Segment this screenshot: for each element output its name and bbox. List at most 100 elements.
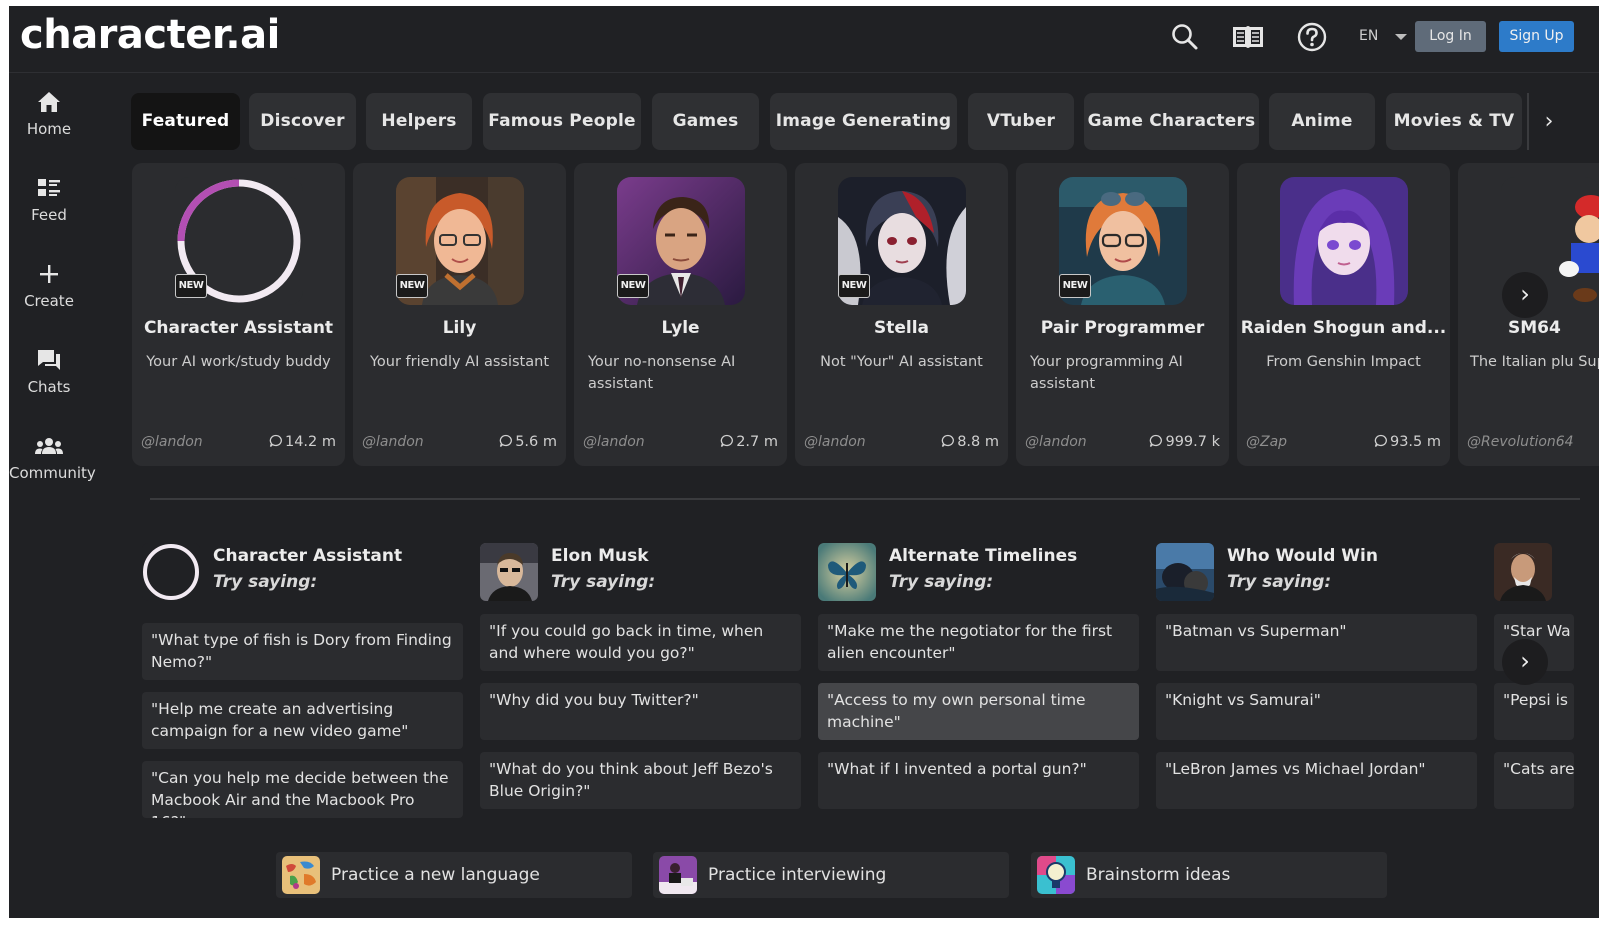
section-divider [150,498,1580,500]
book-icon[interactable] [1231,22,1263,52]
search-icon[interactable] [1170,22,1200,52]
chat-count-value: 999.7 k [1165,434,1220,450]
character-avatar[interactable] [142,543,200,601]
practice-language-button[interactable]: Practice a new language [276,852,632,898]
sidebar-item-community[interactable]: Community [9,434,96,482]
prompt-suggestion[interactable]: "Batman vs Superman" [1156,614,1477,671]
prompt-suggestion[interactable]: "If you could go back in time, when and … [480,614,801,671]
prompt-suggestion[interactable]: "Help me create an advertising campaign … [142,692,463,749]
chat-count: 93.5 m [1374,434,1441,450]
character-avatar [1280,177,1408,305]
character-card[interactable]: NEW Lyle Your no-nonsense AI assistant @… [574,163,787,466]
app-window: character.ai EN Log In Sign Up Home Feed… [9,6,1599,918]
character-card[interactable]: NEW Character Assistant Your AI work/stu… [132,163,345,466]
signup-button[interactable]: Sign Up [1499,21,1574,52]
sidebar-item-home[interactable]: Home [9,90,89,138]
tab-helpers[interactable]: Helpers [366,93,472,150]
tab-discover[interactable]: Discover [249,93,356,150]
chat-count: 999.7 k [1149,434,1220,450]
tab-featured[interactable]: Featured [131,93,240,150]
prompt-suggestion[interactable]: "Why did you buy Twitter?" [480,683,801,740]
chat-bubble-icon [269,434,282,447]
chat-count: 8.8 m [941,434,999,450]
prompt-suggestion[interactable]: "Pepsi is [1494,683,1574,740]
try-saying-label: Try saying: [1227,572,1332,592]
practice-language-label: Practice a new language [331,865,540,885]
prompt-suggestion[interactable]: "LeBron James vs Michael Jordan" [1156,752,1477,809]
prompt-suggestion[interactable]: "Knight vs Samurai" [1156,683,1477,740]
character-avatar[interactable] [818,543,876,601]
chat-bubble-icon [720,434,734,447]
character-description: Not "Your" AI assistant [820,354,983,370]
prompt-suggestion[interactable]: "What type of fish is Dory from Finding … [142,623,463,680]
character-name: Pair Programmer [1040,318,1205,338]
interview-icon [659,856,697,894]
sidebar-item-label: Home [26,120,72,138]
tab-games[interactable]: Games [652,93,759,150]
chat-count-value: 8.8 m [957,434,999,450]
chat-count: 2.7 m [720,434,778,450]
character-description: Your AI work/study buddy [146,354,331,370]
practice-interviewing-label: Practice interviewing [708,865,887,885]
character-description: Your friendly AI assistant [369,354,550,370]
character-card[interactable]: NEW Pair Programmer Your programming AI … [1016,163,1229,466]
character-name: Character Assistant [143,318,334,338]
character-avatar[interactable] [480,543,538,601]
tab-anime[interactable]: Anime [1269,93,1375,150]
prompt-suggestion[interactable]: "What do you think about Jeff Bezo's Blu… [480,752,801,809]
chat-icon [38,350,60,370]
community-icon [35,438,63,454]
brainstorm-ideas-button[interactable]: Brainstorm ideas [1031,852,1387,898]
sidebar-item-feed[interactable]: Feed [9,176,89,224]
plus-icon [40,265,58,283]
chat-count-value: 5.6 m [515,434,557,450]
chevron-down-icon[interactable] [1395,34,1407,40]
sidebar-item-chats[interactable]: Chats [9,348,89,396]
tab-image-generating[interactable]: Image Generating [770,93,957,150]
character-author[interactable]: @landon [583,434,645,450]
tab-movies-tv[interactable]: Movies & TV [1386,93,1522,150]
chat-bubble-icon [1374,434,1387,447]
practice-interviewing-button[interactable]: Practice interviewing [653,852,1009,898]
try-saying-label: Try saying: [551,572,656,592]
character-avatar[interactable] [1494,543,1552,601]
tab-famous-people[interactable]: Famous People [483,93,641,150]
character-card[interactable]: NEW Lily Your friendly AI assistant @lan… [353,163,566,466]
tab-game-characters[interactable]: Game Characters [1084,93,1259,150]
try-saying-next-button[interactable]: › [1502,639,1548,685]
tabs-next-button[interactable]: › [1527,93,1569,150]
new-badge: NEW [838,274,870,298]
character-author[interactable]: @Zap [1246,434,1287,450]
prompt-suggestion[interactable]: "Access to my own personal time machine" [818,683,1139,740]
top-header: character.ai EN Log In Sign Up [9,6,1599,73]
chat-count-value: 14.2 m [284,434,336,450]
sidebar-item-create[interactable]: Create [9,262,89,310]
prompt-suggestion[interactable]: "Cats are [1494,752,1574,809]
login-button[interactable]: Log In [1415,21,1486,52]
prompt-suggestion[interactable]: "Can you help me decide between the Macb… [142,761,463,818]
chat-count: 14.2 m [269,434,336,450]
help-icon[interactable] [1297,22,1327,52]
tab-vtuber[interactable]: VTuber [968,93,1074,150]
new-badge: NEW [1059,274,1091,298]
character-author[interactable]: @landon [1025,434,1087,450]
sidebar-item-label: Create [24,292,74,310]
character-name: Raiden Shogun and... [1240,318,1447,338]
prompt-suggestion[interactable]: "What if I invented a portal gun?" [818,752,1139,809]
character-card[interactable]: NEW Stella Not "Your" AI assistant @land… [795,163,1008,466]
character-avatar[interactable] [1156,543,1214,601]
try-saying-label: Try saying: [889,572,994,592]
character-card[interactable]: Raiden Shogun and... From Genshin Impact… [1237,163,1450,466]
character-author[interactable]: @Revolution64 [1467,434,1574,450]
prompt-suggestion[interactable]: "Make me the negotiator for the first al… [818,614,1139,671]
character-author[interactable]: @landon [141,434,203,450]
character-author[interactable]: @landon [362,434,424,450]
character-author[interactable]: @landon [804,434,866,450]
logo[interactable]: character.ai [20,12,280,58]
try-saying-character-name: Who Would Win [1227,546,1378,566]
characters-next-button[interactable]: › [1502,272,1548,318]
sidebar-item-label: Chats [27,378,71,396]
language-select[interactable]: EN [1359,28,1378,44]
try-saying-label: Try saying: [213,572,318,592]
feed-icon [38,179,60,196]
